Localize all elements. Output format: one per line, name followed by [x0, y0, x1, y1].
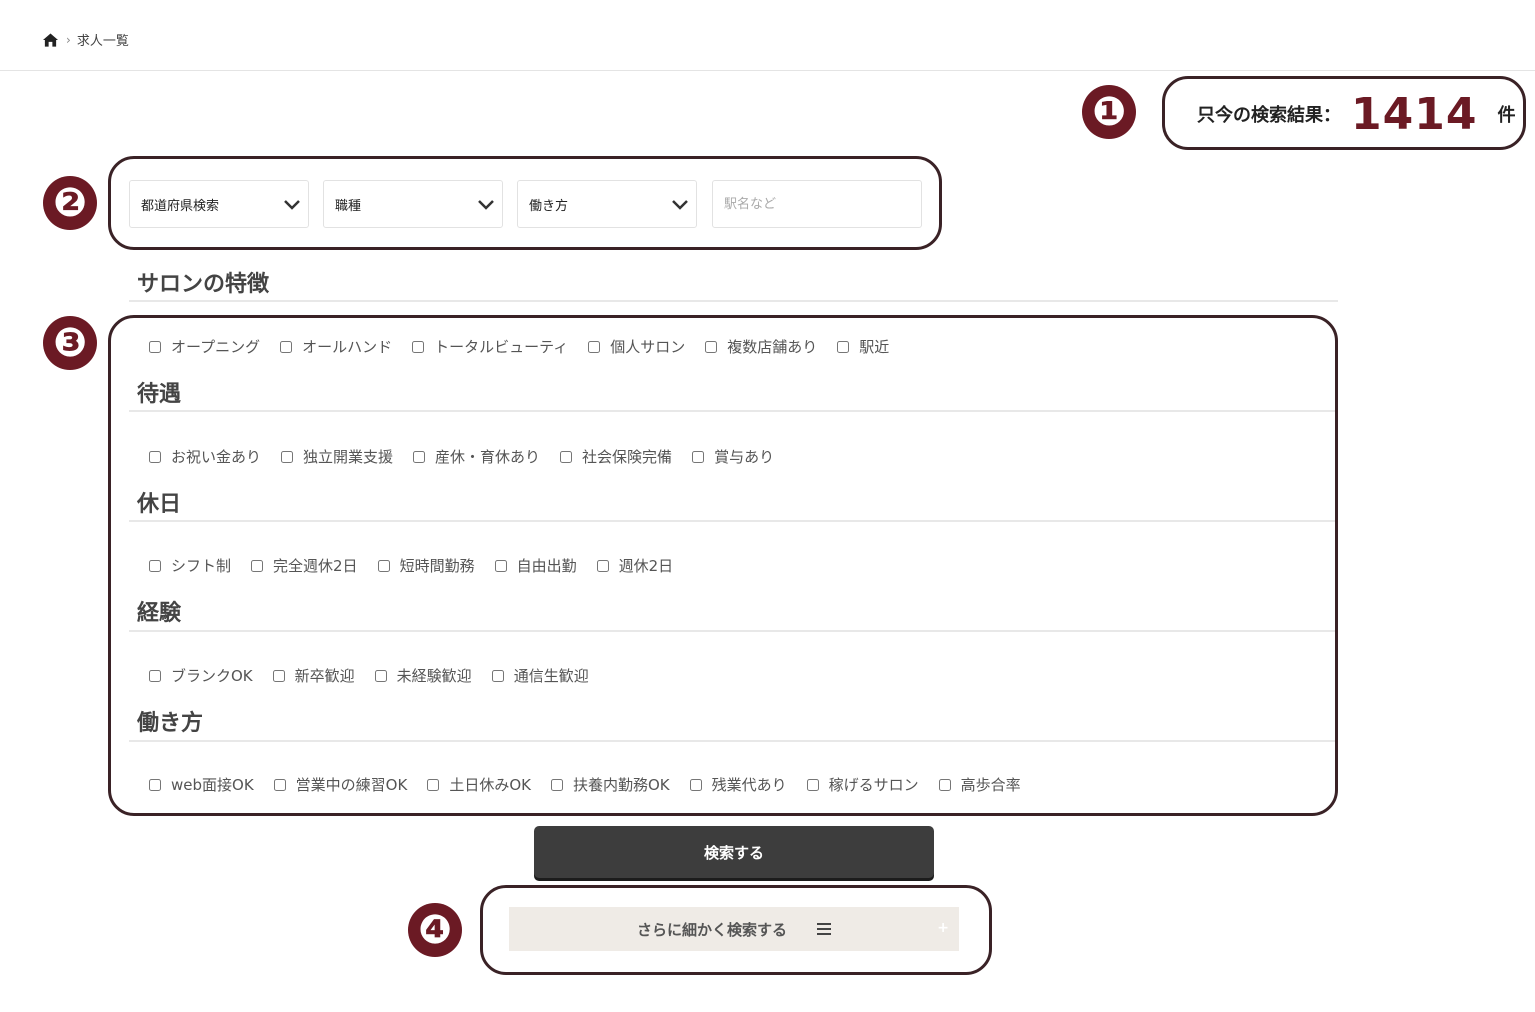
heading-divider [129, 740, 1335, 742]
option-maternity-leave[interactable]: 産休・育休あり [413, 446, 540, 467]
checkbox[interactable] [281, 450, 294, 463]
checkbox[interactable] [280, 340, 293, 353]
workstyle-options: web面接OK 営業中の練習OK 土日休みOK 扶養内勤務OK 残業代あり 稼げ… [149, 774, 1041, 795]
result-count: 1414 [1351, 88, 1478, 140]
salon-features-options: オープニング オールハンド トータルビューティ 個人サロン 複数店舗あり 駅近 [149, 336, 909, 357]
holidays-options: シフト制 完全週休2日 短時間勤務 自由出勤 週休2日 [149, 555, 693, 576]
checkbox[interactable] [273, 778, 286, 791]
checkbox[interactable] [427, 778, 440, 791]
option-opening[interactable]: オープニング [149, 336, 260, 357]
checkbox[interactable] [374, 669, 387, 682]
breadcrumb-current: 求人一覧 [76, 34, 129, 49]
work-style-select[interactable]: 働き方 [517, 180, 697, 228]
option-high-commission[interactable]: 高歩合率 [938, 774, 1021, 795]
benefits-heading: 待遇 [137, 382, 182, 407]
chevron-down-icon [284, 200, 300, 210]
option-correspondence-student[interactable]: 通信生歓迎 [491, 665, 589, 686]
option-independence-support[interactable]: 独立開業支援 [281, 446, 393, 467]
option-high-earning-salon[interactable]: 稼げるサロン [806, 774, 919, 795]
option-shift[interactable]: シフト制 [149, 555, 231, 576]
holidays-heading: 休日 [137, 492, 182, 517]
option-within-dependent[interactable]: 扶養内勤務OK [550, 774, 670, 795]
job-type-select-value: 職種 [335, 198, 362, 214]
option-new-grad[interactable]: 新卒歓迎 [272, 665, 355, 686]
checkbox[interactable] [588, 340, 601, 353]
option-total-beauty[interactable]: トータルビューティ [412, 336, 568, 357]
checkbox[interactable] [705, 340, 718, 353]
checkbox[interactable] [251, 559, 264, 572]
option-bonus[interactable]: 賞与あり [692, 446, 774, 467]
marker-3: ❸ [43, 316, 97, 370]
menu-icon [817, 923, 831, 935]
workstyle-heading: 働き方 [137, 711, 204, 736]
option-two-days-off[interactable]: 週休2日 [596, 555, 673, 576]
option-free-attendance[interactable]: 自由出勤 [494, 555, 577, 576]
checkbox[interactable] [494, 559, 507, 572]
option-inexperienced[interactable]: 未経験歓迎 [374, 665, 472, 686]
heading-divider [129, 300, 1338, 302]
marker-4: ❹ [408, 903, 462, 957]
checkbox[interactable] [689, 778, 702, 791]
checkbox[interactable] [560, 450, 573, 463]
option-overtime-pay[interactable]: 残業代あり [689, 774, 787, 795]
checkbox[interactable] [149, 559, 161, 572]
experience-options: ブランクOK 新卒歓迎 未経験歓迎 通信生歓迎 [149, 665, 609, 686]
breadcrumb-separator: › [66, 32, 71, 47]
option-all-hand[interactable]: オールハンド [280, 336, 392, 357]
checkbox[interactable] [377, 559, 390, 572]
heading-divider [129, 520, 1335, 522]
checkbox[interactable] [149, 340, 161, 353]
marker-1: ❶ [1082, 85, 1136, 139]
result-count-box: 只今の検索結果： 1414 件 [1197, 80, 1515, 148]
checkbox[interactable] [550, 778, 563, 791]
search-button[interactable]: 検索する [534, 826, 934, 878]
salon-features-heading: サロンの特徴 [137, 272, 270, 297]
option-full-two-days-off[interactable]: 完全週休2日 [251, 555, 358, 576]
checkbox[interactable] [806, 778, 819, 791]
benefits-options: お祝い金あり 独立開業支援 産休・育休あり 社会保険完備 賞与あり [149, 446, 794, 467]
home-icon[interactable] [43, 32, 58, 47]
work-style-select-value: 働き方 [529, 198, 569, 214]
job-type-select[interactable]: 職種 [323, 180, 503, 228]
checkbox[interactable] [149, 450, 161, 463]
option-weekends-off[interactable]: 土日休みOK [427, 774, 531, 795]
checkbox[interactable] [837, 340, 850, 353]
advanced-search-button[interactable]: さらに細かく検索する + [509, 907, 959, 951]
option-blank-ok[interactable]: ブランクOK [149, 665, 253, 686]
option-social-insurance[interactable]: 社会保険完備 [560, 446, 672, 467]
option-short-hours[interactable]: 短時間勤務 [377, 555, 475, 576]
checkbox[interactable] [149, 669, 161, 682]
result-unit: 件 [1497, 105, 1516, 126]
advanced-search-label: さらに細かく検索する [636, 920, 787, 939]
plus-icon: + [937, 920, 949, 936]
breadcrumb: › 求人一覧 [43, 30, 129, 49]
prefecture-select[interactable]: 都道府県検索 [129, 180, 309, 228]
header-divider [0, 70, 1535, 71]
heading-divider [129, 410, 1335, 412]
checkbox[interactable] [149, 778, 161, 791]
station-input[interactable] [712, 180, 922, 228]
option-private-salon[interactable]: 個人サロン [588, 336, 685, 357]
option-web-interview[interactable]: web面接OK [149, 774, 254, 795]
option-practice-during-hours[interactable]: 営業中の練習OK [273, 774, 407, 795]
checkbox[interactable] [413, 450, 426, 463]
chevron-down-icon [672, 200, 688, 210]
checkbox[interactable] [491, 669, 504, 682]
chevron-down-icon [478, 200, 494, 210]
checkbox[interactable] [938, 778, 951, 791]
marker-2: ❷ [43, 176, 97, 230]
option-near-station[interactable]: 駅近 [837, 336, 889, 357]
option-bonus-gift[interactable]: お祝い金あり [149, 446, 261, 467]
heading-divider [129, 630, 1335, 632]
checkbox[interactable] [596, 559, 609, 572]
option-multiple-stores[interactable]: 複数店舗あり [705, 336, 817, 357]
checkbox[interactable] [692, 450, 705, 463]
result-label: 只今の検索結果： [1197, 105, 1341, 126]
prefecture-select-value: 都道府県検索 [141, 198, 220, 214]
experience-heading: 経験 [137, 601, 182, 626]
checkbox[interactable] [272, 669, 285, 682]
checkbox[interactable] [412, 340, 425, 353]
